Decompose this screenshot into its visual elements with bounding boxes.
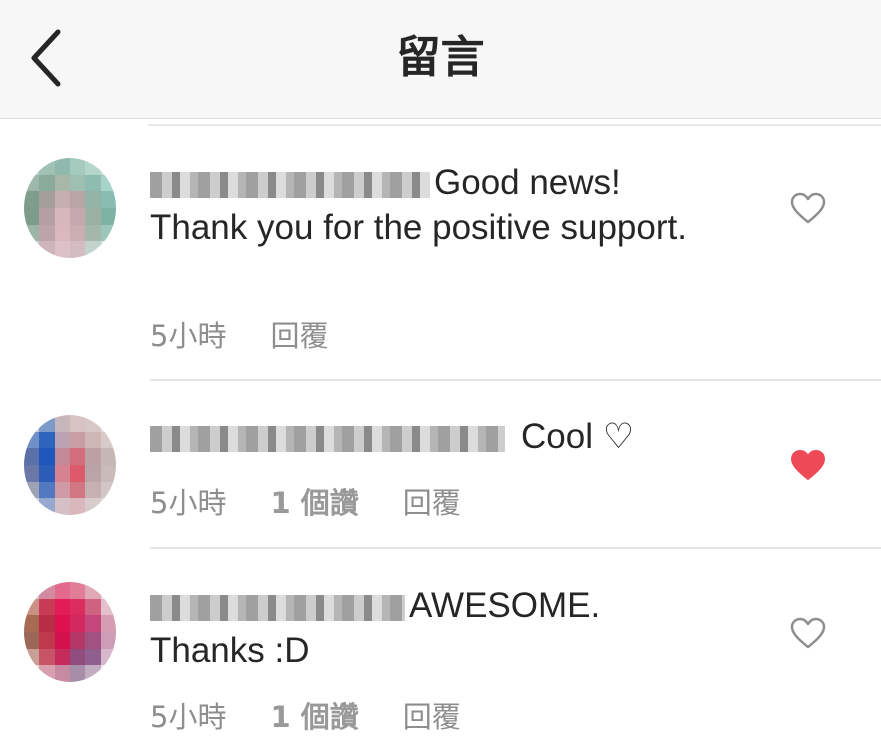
comment-meta: 5小時 1 個讚 回覆 [150,694,505,736]
like-button[interactable] [790,617,826,649]
heart-outline-icon [790,192,826,224]
avatar[interactable] [24,158,116,258]
reply-button[interactable]: 回覆 [403,486,461,520]
like-button[interactable] [790,192,826,224]
avatar[interactable] [24,582,116,682]
comment-body: Cool ♡ [150,414,710,459]
username-redacted[interactable] [150,425,505,452]
heart-outline-icon [790,617,826,649]
divider [150,547,881,549]
reply-button[interactable]: 回覆 [403,700,461,734]
comment-time: 5小時 [150,486,227,520]
comment-time: 5小時 [150,700,227,734]
divider [148,124,881,126]
comment-time: 5小時 [150,319,227,353]
username-redacted[interactable] [150,594,405,621]
divider [150,379,881,381]
page-title: 留言 [396,32,485,83]
avatar[interactable] [24,415,116,515]
comment-meta: 5小時 1 個讚 回覆 [150,480,505,522]
comment-body: AWESOME. Thanks :D [150,583,710,673]
like-count[interactable]: 1 個讚 [270,700,358,734]
heart-filled-icon [791,450,825,480]
username-redacted[interactable] [150,171,430,198]
top-bar: 留言 [0,0,881,119]
like-count[interactable]: 1 個讚 [270,486,358,520]
comment-meta: 5小時 回覆 [150,313,372,355]
reply-button[interactable]: 回覆 [270,319,328,353]
like-button[interactable] [790,449,826,481]
comment-text: Cool ♡ [521,417,635,456]
comment-body: Good news! Thank you for the positive su… [150,160,710,250]
